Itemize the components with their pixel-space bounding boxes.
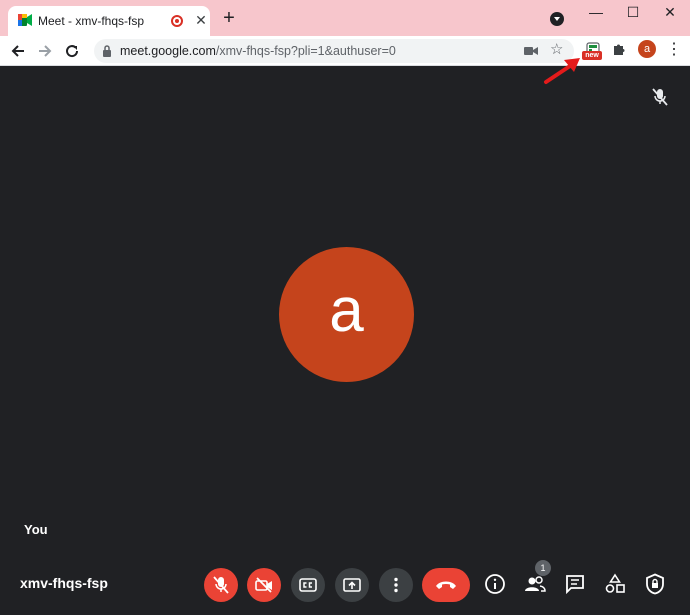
browser-tab[interactable]: Meet - xmv-fhqs-fsp ✕	[8, 6, 210, 36]
recording-indicator-icon	[171, 15, 183, 27]
puzzle-icon[interactable]	[612, 42, 626, 56]
lock-icon[interactable]	[102, 45, 112, 57]
mic-off-indicator-icon	[652, 88, 668, 106]
browser-titlebar: Meet - xmv-fhqs-fsp ✕ + — ☐ ✕	[0, 0, 690, 36]
present-icon	[343, 578, 361, 592]
camera-icon[interactable]	[524, 45, 538, 57]
new-tab-button[interactable]: +	[219, 7, 239, 29]
captions-icon	[299, 578, 317, 592]
tab-title: Meet - xmv-fhqs-fsp	[38, 14, 145, 28]
chat-button[interactable]	[562, 571, 588, 597]
tab-close-icon[interactable]: ✕	[193, 11, 209, 29]
forward-icon[interactable]	[35, 41, 55, 61]
url-host: meet.google.com	[120, 44, 216, 58]
back-icon[interactable]	[8, 41, 28, 61]
more-options-button[interactable]	[379, 568, 413, 602]
end-call-icon	[436, 581, 456, 589]
host-controls-icon	[646, 573, 664, 595]
meet-favicon-icon	[18, 14, 32, 26]
captions-button[interactable]	[291, 568, 325, 602]
meeting-code[interactable]: xmv-fhqs-fsp	[20, 575, 108, 591]
leave-call-button[interactable]	[422, 568, 470, 602]
host-controls-button[interactable]	[642, 571, 668, 597]
browser-menu-icon[interactable]: ⋮	[666, 40, 682, 60]
chat-icon	[566, 575, 584, 595]
activities-button[interactable]	[602, 571, 628, 597]
restore-button[interactable]: ☐	[619, 2, 647, 22]
url-text[interactable]: meet.google.com/xmv-fhqs-fsp?pli=1&authu…	[120, 44, 396, 58]
extension-new-badge: new	[582, 51, 602, 60]
mic-off-icon	[213, 576, 229, 594]
meeting-details-button[interactable]	[482, 571, 508, 597]
minimize-button[interactable]: —	[582, 2, 610, 22]
profile-avatar[interactable]: a	[638, 40, 656, 58]
info-icon	[485, 574, 505, 594]
reload-icon[interactable]	[62, 41, 82, 61]
activities-icon	[605, 573, 625, 593]
more-icon	[394, 577, 398, 593]
url-path: /xmv-fhqs-fsp?pli=1&authuser=0	[215, 44, 396, 58]
address-bar[interactable]: meet.google.com/xmv-fhqs-fsp?pli=1&authu…	[94, 39, 574, 63]
annotation-arrow-icon	[544, 58, 580, 84]
participant-avatar: a	[279, 247, 414, 382]
tab-search-icon[interactable]	[550, 12, 564, 26]
camera-toggle-button[interactable]	[247, 568, 281, 602]
people-icon	[525, 576, 546, 592]
present-button[interactable]	[335, 568, 369, 602]
close-window-button[interactable]: ✕	[656, 2, 684, 22]
mic-toggle-button[interactable]	[204, 568, 238, 602]
people-count-badge: 1	[535, 560, 551, 576]
camera-off-icon	[255, 577, 272, 593]
self-tile-label: You	[24, 522, 48, 537]
